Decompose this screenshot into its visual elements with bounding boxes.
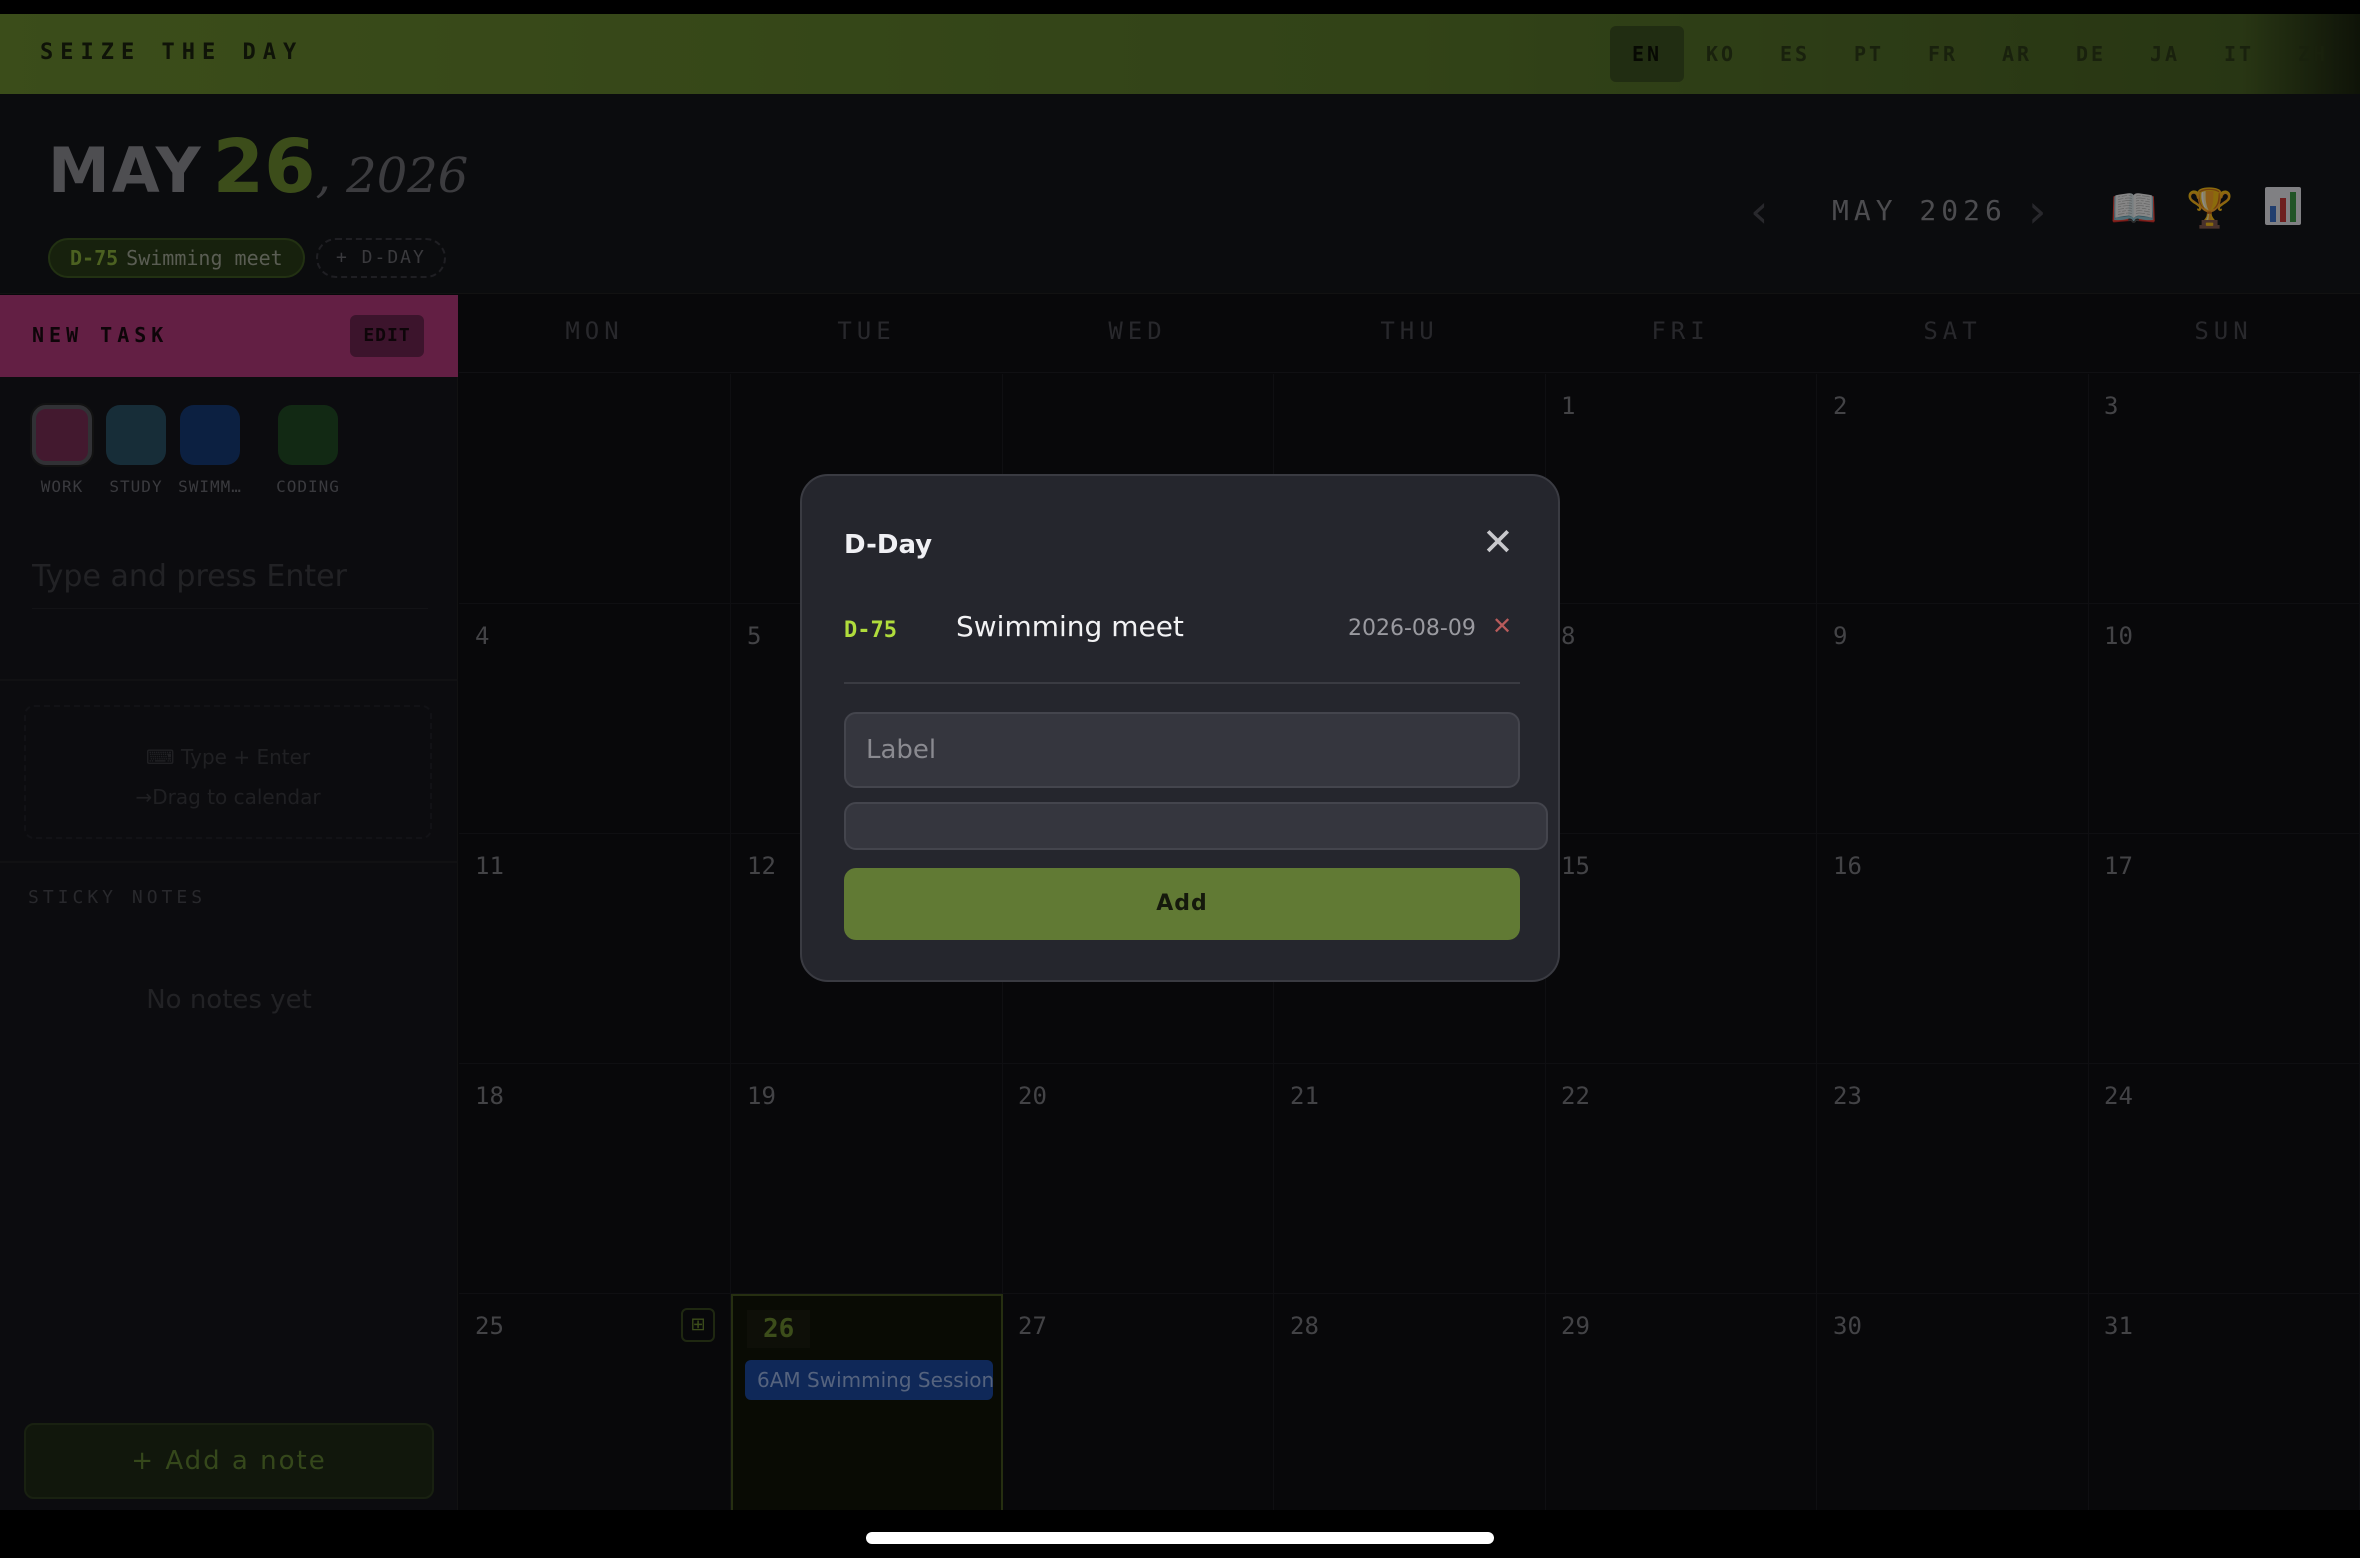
modal-title: D-Day: [844, 530, 933, 560]
delete-dday-icon[interactable]: ✕: [1492, 612, 1512, 640]
divider: [844, 682, 1520, 684]
dday-item-count: D-75: [844, 618, 897, 643]
dday-item-date: 2026-08-09: [1348, 616, 1476, 641]
close-icon[interactable]: ✕: [1482, 522, 1514, 562]
app-window: SEIZE THE DAY EN KO ES PT FR AR DE JA IT ZH MAY 26…: [0, 14, 2360, 1510]
label-input[interactable]: [844, 712, 1520, 788]
dday-item-label: Swimming meet: [956, 610, 1184, 643]
dday-modal: D-Day ✕ D-75 Swimming meet 2026-08-09 ✕ …: [800, 474, 1560, 982]
date-input[interactable]: [844, 802, 1548, 850]
home-indicator: [866, 1532, 1494, 1544]
add-button[interactable]: Add: [844, 868, 1520, 940]
